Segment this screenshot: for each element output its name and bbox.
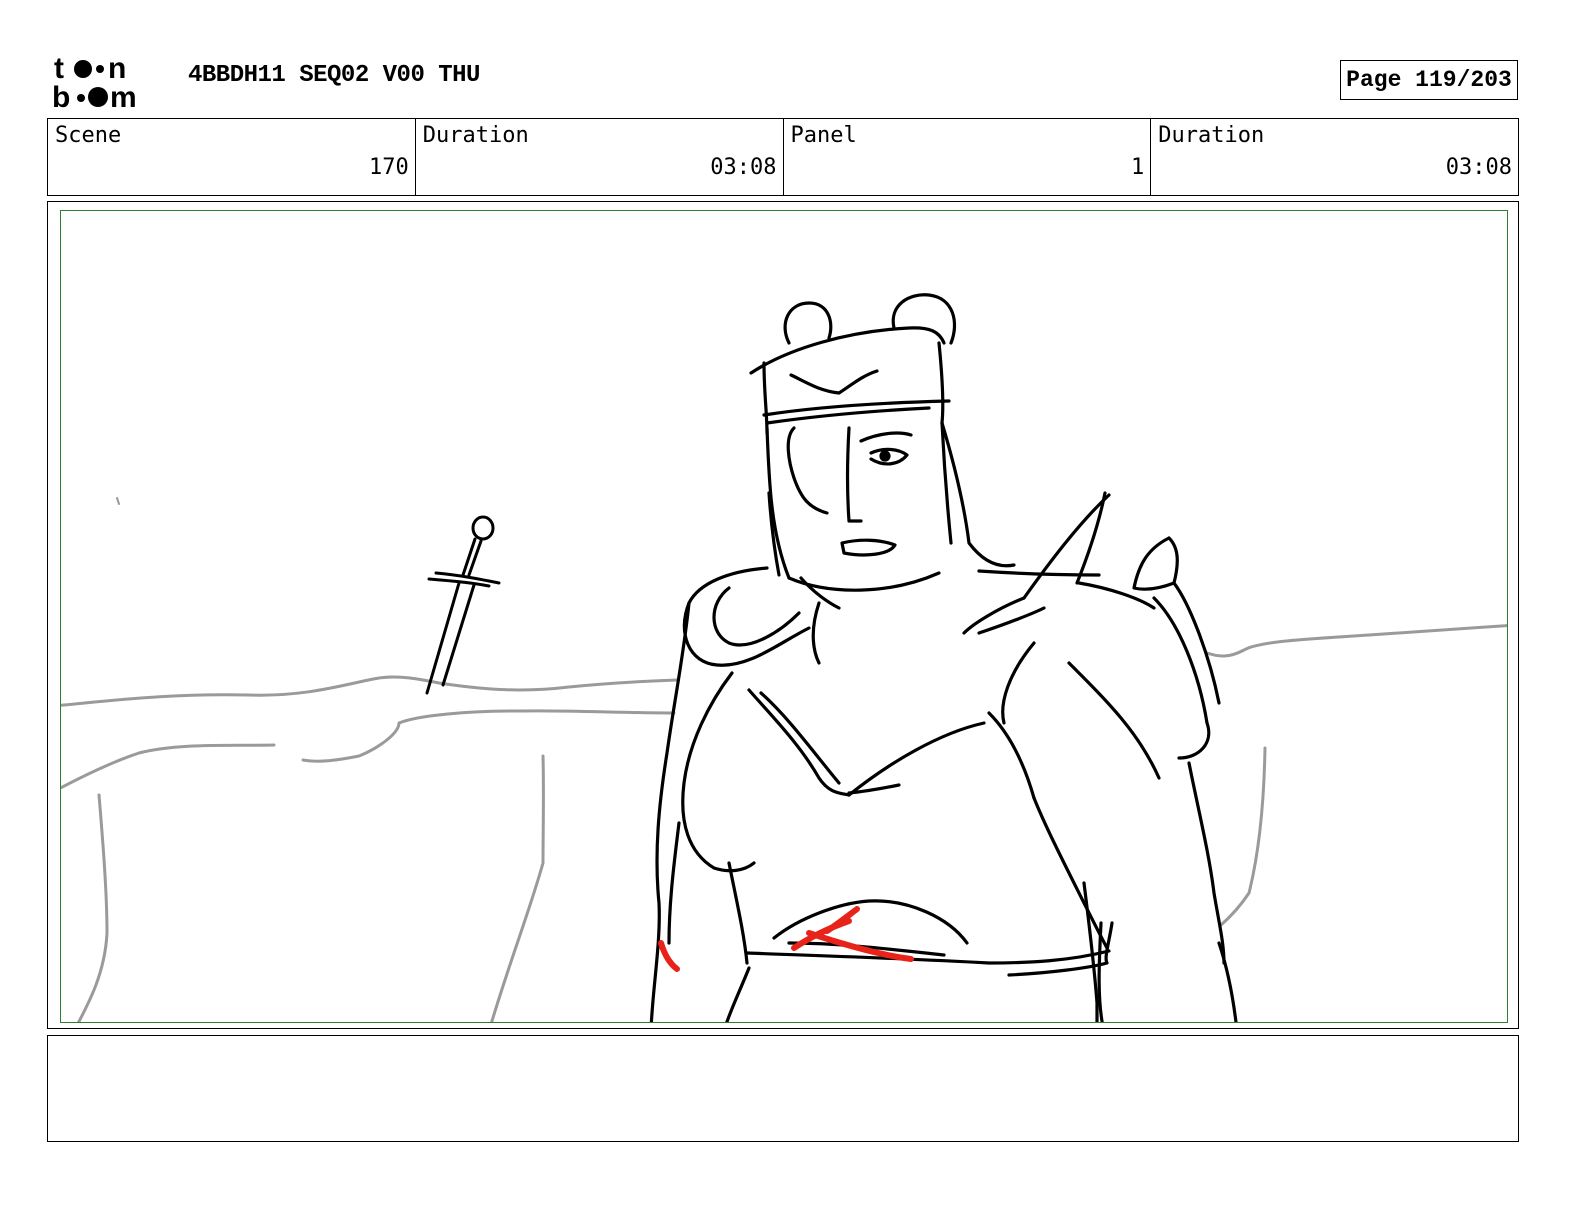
scene-cell: Scene 170 <box>48 119 416 195</box>
scene-value: 170 <box>369 155 409 180</box>
scene-info-row: Scene 170 Duration 03:08 Panel 1 Duratio… <box>47 118 1519 196</box>
toon-boom-logo: t n b m toon boom <box>52 52 164 114</box>
svg-text:m: m <box>110 81 137 112</box>
panel-label: Panel <box>790 123 857 148</box>
page-indicator: Page 119/203 <box>1340 60 1518 100</box>
panel-sketch <box>61 293 1507 1022</box>
sword-sketch <box>425 515 501 695</box>
scene-duration-label: Duration <box>422 123 529 148</box>
panel-duration-value: 03:08 <box>1445 155 1512 180</box>
storyboard-panel <box>47 201 1519 1029</box>
panel-cell: Panel 1 <box>784 119 1152 195</box>
panel-safe-area <box>60 210 1508 1023</box>
svg-text:b: b <box>52 81 70 112</box>
document-title: 4BBDH11 SEQ02 V00 THU <box>188 62 480 89</box>
scene-duration-value: 03:08 <box>710 155 777 180</box>
panel-duration-label: Duration <box>1158 123 1265 148</box>
background-sketch <box>61 497 1507 1022</box>
character-sketch <box>649 293 1238 1022</box>
panel-value: 1 <box>1131 155 1145 180</box>
red-accent-marks <box>658 906 914 972</box>
scene-label: Scene <box>55 123 122 148</box>
panel-duration-cell: Duration 03:08 <box>1151 119 1518 195</box>
scene-duration-cell: Duration 03:08 <box>416 119 784 195</box>
panel-notes-box <box>47 1035 1519 1142</box>
